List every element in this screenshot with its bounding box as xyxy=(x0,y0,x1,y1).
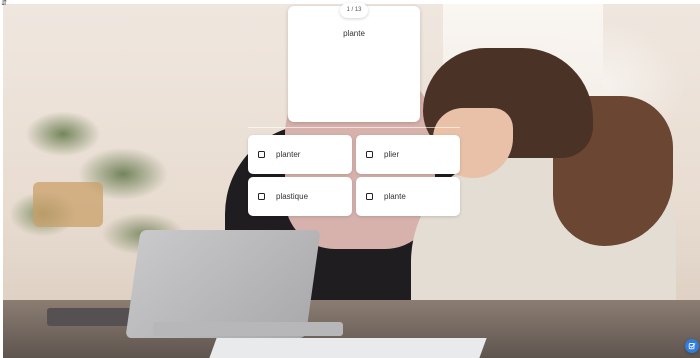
checkbox-icon[interactable] xyxy=(258,151,265,158)
papers xyxy=(209,338,487,358)
answer-option-1[interactable]: planter xyxy=(248,135,352,174)
answer-option-label: plastique xyxy=(276,192,309,201)
answer-option-label: planter xyxy=(276,150,301,159)
sort-icon[interactable]: ⇵ xyxy=(0,0,8,8)
answer-option-label: plier xyxy=(384,150,400,159)
answer-option-2[interactable]: plier xyxy=(356,135,460,174)
prompt-card: 1 / 13 plante xyxy=(288,3,420,122)
prompt-word: plante xyxy=(343,29,365,38)
checkbox-icon[interactable] xyxy=(366,151,373,158)
answer-option-4[interactable]: plante xyxy=(356,177,460,216)
checkbox-icon[interactable] xyxy=(258,193,265,200)
answer-option-label: plante xyxy=(384,192,406,201)
laptop-base xyxy=(153,322,343,336)
edit-check-icon xyxy=(688,343,696,350)
divider xyxy=(248,127,460,128)
progress-counter: 1 / 13 xyxy=(340,3,368,18)
answer-option-3[interactable]: plastique xyxy=(248,177,352,216)
checkbox-icon[interactable] xyxy=(366,193,373,200)
edit-check-button[interactable] xyxy=(685,339,699,353)
plant-pot xyxy=(33,182,103,227)
